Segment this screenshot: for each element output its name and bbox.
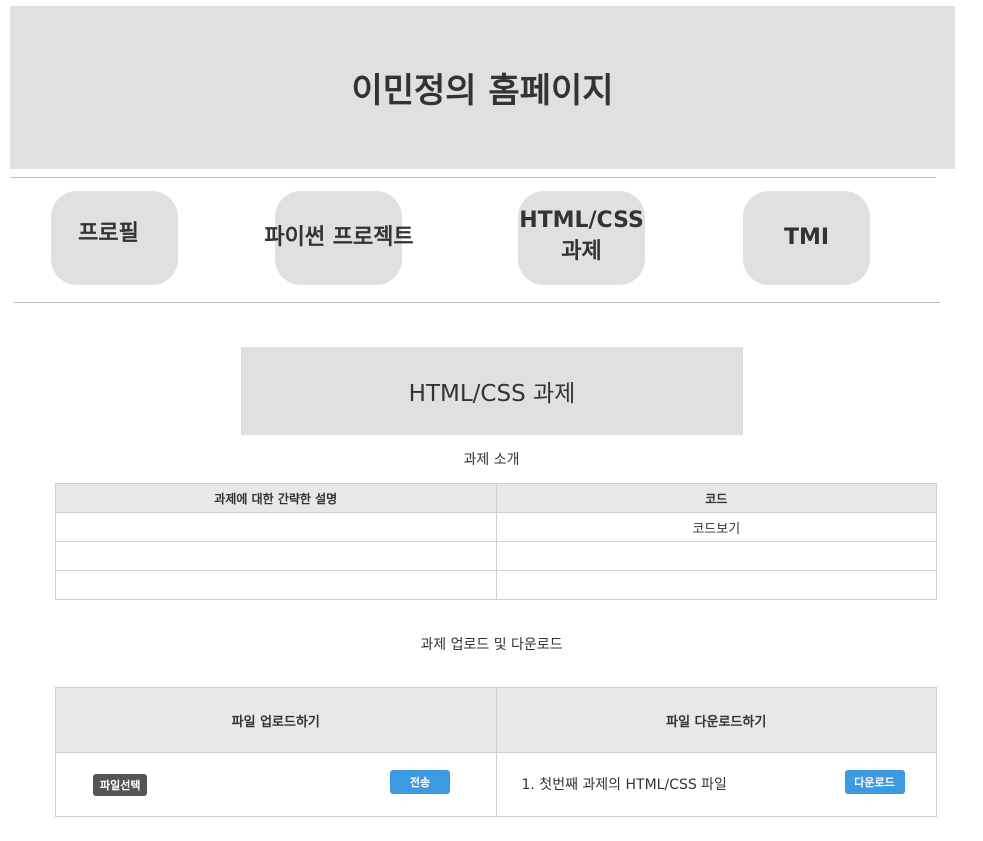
nav-item-tmi[interactable]: TMI — [743, 222, 870, 253]
nav-item-python-project[interactable]: 파이썬 프로젝트 — [244, 222, 434, 253]
description-cell — [55, 512, 497, 542]
choose-file-button[interactable]: 파일선택 — [93, 774, 148, 796]
nav-item-html-css-line2: 과제 — [561, 239, 602, 264]
description-cell — [55, 570, 497, 600]
table-row — [55, 570, 937, 600]
nav-bottom-divider — [14, 302, 940, 303]
download-cell: 1. 첫번째 과제의 HTML/CSS 파일 다운로드 — [495, 752, 937, 817]
intro-table-header-row: 과제에 대한 간략한 설명 코드 — [55, 483, 937, 513]
download-file-name: 1. 첫번째 과제의 HTML/CSS 파일 — [521, 777, 727, 793]
table-row — [55, 541, 937, 571]
site-header: 이민정의 홈페이지 — [10, 6, 955, 169]
nav-item-html-css[interactable]: HTML/CSS 과제 — [505, 205, 658, 267]
nav-top-divider — [10, 177, 936, 178]
view-code-link[interactable]: 코드보기 — [495, 512, 937, 542]
nav-item-html-css-line1: HTML/CSS — [519, 208, 644, 233]
nav-item-profile[interactable]: 프로필 — [51, 218, 166, 249]
section-title: HTML/CSS 과제 — [241, 347, 743, 435]
code-cell — [495, 541, 937, 571]
download-button[interactable]: 다운로드 — [844, 770, 905, 794]
upload-header: 파일 업로드하기 — [55, 687, 497, 753]
table-row: 코드보기 — [55, 512, 937, 542]
intro-caption: 과제 소개 — [463, 452, 520, 468]
files-caption: 과제 업로드 및 다운로드 — [420, 637, 563, 653]
files-table: 파일 업로드하기 파일 다운로드하기 파일선택 전송 1. 첫번째 과제의 HT… — [55, 687, 937, 817]
code-cell — [495, 570, 937, 600]
upload-cell: 파일선택 전송 — [55, 752, 497, 817]
table-row: 파일선택 전송 1. 첫번째 과제의 HTML/CSS 파일 다운로드 — [55, 752, 937, 817]
intro-col-code: 코드 — [495, 483, 937, 513]
files-table-header-row: 파일 업로드하기 파일 다운로드하기 — [55, 687, 937, 753]
send-button[interactable]: 전송 — [390, 770, 450, 794]
site-title: 이민정의 홈페이지 — [351, 71, 614, 111]
intro-col-description: 과제에 대한 간략한 설명 — [55, 483, 497, 513]
intro-table: 과제에 대한 간략한 설명 코드 코드보기 — [55, 483, 937, 600]
description-cell — [55, 541, 497, 571]
download-header: 파일 다운로드하기 — [495, 687, 937, 753]
